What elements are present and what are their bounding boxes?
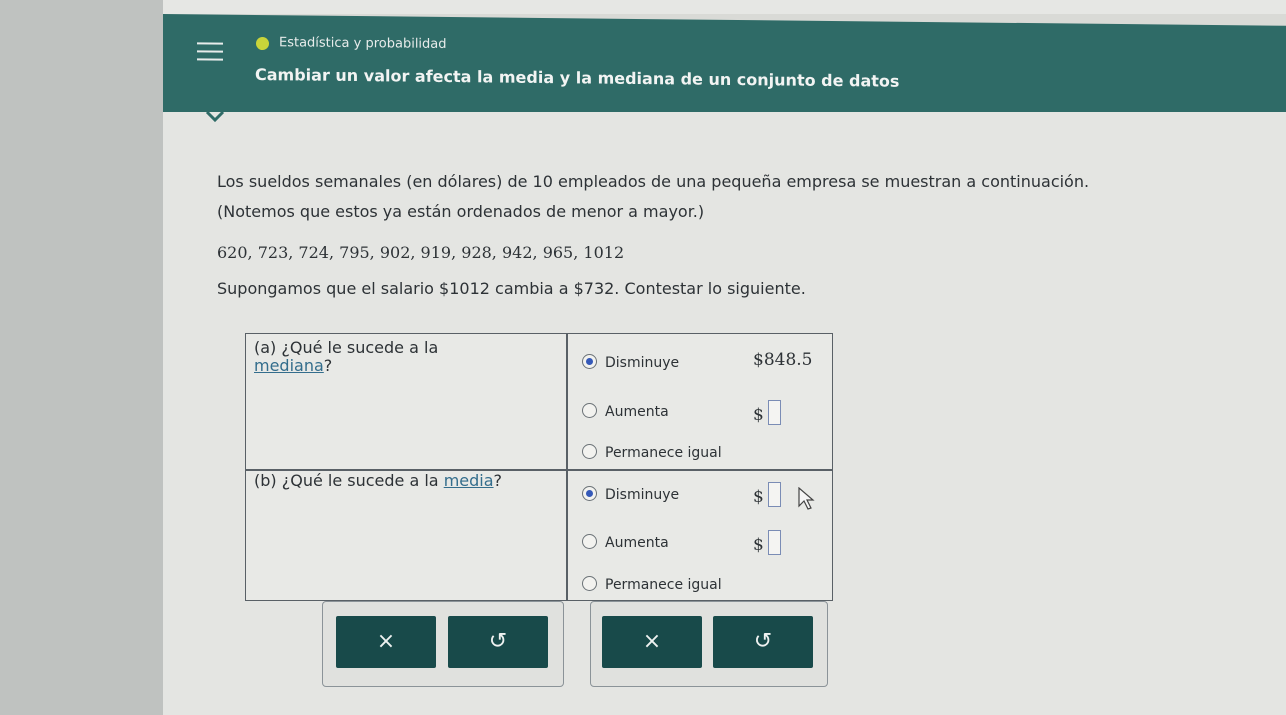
- option-b-decrease-label: Disminuye: [605, 487, 680, 503]
- amount-a-decrease: $848.5: [753, 350, 813, 370]
- option-b-increase-label: Aumenta: [605, 535, 669, 551]
- problem-intro-line2: (Notemos que estos ya están ordenados de…: [217, 202, 705, 221]
- option-b-same-label: Permanece igual: [605, 577, 722, 593]
- amount-b-decrease-input[interactable]: [767, 482, 781, 507]
- topic-title: Cambiar un valor afecta la media y la me…: [255, 64, 900, 91]
- question-b: (b) ¿Qué le sucede a la media?: [254, 472, 564, 490]
- radio-icon[interactable]: [582, 403, 597, 418]
- option-a-increase[interactable]: Aumenta: [582, 403, 669, 420]
- problem-intro-line1: Los sueldos semanales (en dólares) de 10…: [217, 172, 1090, 191]
- question-a-prefix: (a) ¿Qué le sucede a la: [254, 338, 439, 357]
- question-a: (a) ¿Qué le sucede a la mediana?: [254, 339, 544, 375]
- currency-a: $: [753, 405, 764, 425]
- left-gutter: [0, 0, 163, 715]
- mouse-cursor-icon: [798, 487, 815, 510]
- amount-b-decrease: $: [753, 482, 781, 507]
- option-b-same[interactable]: Permanece igual: [582, 576, 722, 593]
- option-b-decrease[interactable]: Disminuye: [582, 486, 679, 503]
- answer-grid: (a) ¿Qué le sucede a la mediana? Disminu…: [245, 333, 833, 601]
- expand-chevron-icon[interactable]: [194, 104, 236, 132]
- option-a-decrease-label: Disminuye: [605, 355, 680, 371]
- grid-col-divider: [566, 334, 568, 600]
- mediana-link[interactable]: mediana: [254, 356, 324, 375]
- option-a-same-label: Permanece igual: [605, 445, 722, 461]
- data-list: 620, 723, 724, 795, 902, 919, 928, 942, …: [217, 243, 625, 262]
- currency-b-decrease: $: [753, 487, 764, 507]
- option-a-decrease[interactable]: Disminuye: [582, 354, 679, 371]
- question-b-prefix: (b) ¿Qué le sucede a la: [254, 471, 439, 490]
- undo-button-b[interactable]: ↺: [713, 616, 813, 668]
- subject-label: Estadística y probabilidad: [279, 35, 447, 52]
- header-bar: Estadística y probabilidad Cambiar un va…: [163, 14, 1286, 124]
- top-strip: [163, 0, 1286, 14]
- clear-button-a[interactable]: ×: [336, 616, 436, 668]
- currency-b-increase: $: [753, 535, 764, 555]
- media-link[interactable]: media: [444, 471, 494, 490]
- question-a-suffix: ?: [323, 356, 333, 375]
- amount-a-increase: $: [753, 400, 781, 425]
- option-a-increase-label: Aumenta: [605, 404, 669, 420]
- radio-icon[interactable]: [582, 534, 597, 549]
- option-a-same[interactable]: Permanece igual: [582, 444, 722, 461]
- amount-b-increase-input[interactable]: [767, 530, 781, 555]
- question-b-suffix: ?: [493, 471, 503, 490]
- undo-button-a[interactable]: ↺: [448, 616, 548, 668]
- radio-icon[interactable]: [582, 444, 597, 459]
- subject-dot-icon: [256, 36, 269, 51]
- radio-selected-icon[interactable]: [582, 486, 597, 501]
- amount-b-increase: $: [753, 530, 781, 555]
- instruction: Supongamos que el salario $1012 cambia a…: [217, 279, 806, 298]
- clear-button-b[interactable]: ×: [602, 616, 702, 668]
- radio-selected-icon[interactable]: [582, 354, 597, 369]
- radio-icon[interactable]: [582, 576, 597, 591]
- menu-icon[interactable]: [197, 42, 223, 66]
- amount-a-increase-input[interactable]: [767, 400, 781, 425]
- option-b-increase[interactable]: Aumenta: [582, 534, 669, 551]
